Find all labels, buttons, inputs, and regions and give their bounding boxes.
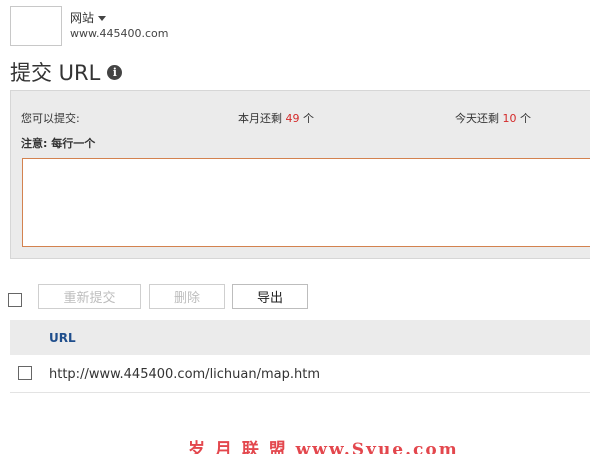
select-all-checkbox[interactable] xyxy=(8,293,22,307)
row-url: http://www.445400.com/lichuan/map.htm xyxy=(49,367,321,382)
month-quota: 本月还剩 49 个 xyxy=(238,110,314,126)
resubmit-button[interactable]: 重新提交 xyxy=(38,284,141,309)
today-quota-count: 10 xyxy=(502,112,517,125)
today-quota-suffix: 个 xyxy=(520,112,531,125)
today-quota: 今天还剩 10 个 xyxy=(455,110,531,126)
site-url: www.445400.com xyxy=(70,27,169,40)
site-switcher[interactable]: 网站 xyxy=(70,9,107,26)
site-thumbnail xyxy=(10,6,62,46)
site-switcher-label: 网站 xyxy=(70,11,95,25)
watermark: 岁 月 联 盟 www.Syue.com xyxy=(188,440,459,454)
input-note: 注意: 每行一个 xyxy=(21,137,96,150)
row-checkbox[interactable] xyxy=(18,366,32,380)
column-header-url[interactable]: URL xyxy=(49,331,76,345)
table-row: http://www.445400.com/lichuan/map.htm xyxy=(10,355,590,393)
export-button[interactable]: 导出 xyxy=(232,284,308,309)
submit-panel: 您可以提交: 本月还剩 49 个 今天还剩 10 个 注意: 每行一个 . xyxy=(10,90,590,259)
page-title-wrapper: 提交 URL i xyxy=(10,57,123,87)
page-title: 提交 URL xyxy=(10,61,101,85)
caret-down-icon xyxy=(98,16,107,21)
today-quota-prefix: 今天还剩 xyxy=(455,112,499,125)
can-submit-label: 您可以提交: xyxy=(21,112,80,125)
month-quota-prefix: 本月还剩 xyxy=(238,112,282,125)
table-header: URL xyxy=(10,320,590,355)
month-quota-count: 49 xyxy=(285,112,300,125)
delete-button[interactable]: 删除 xyxy=(149,284,225,309)
info-icon[interactable]: i xyxy=(107,64,123,80)
url-input[interactable] xyxy=(22,158,590,247)
month-quota-suffix: 个 xyxy=(303,112,314,125)
